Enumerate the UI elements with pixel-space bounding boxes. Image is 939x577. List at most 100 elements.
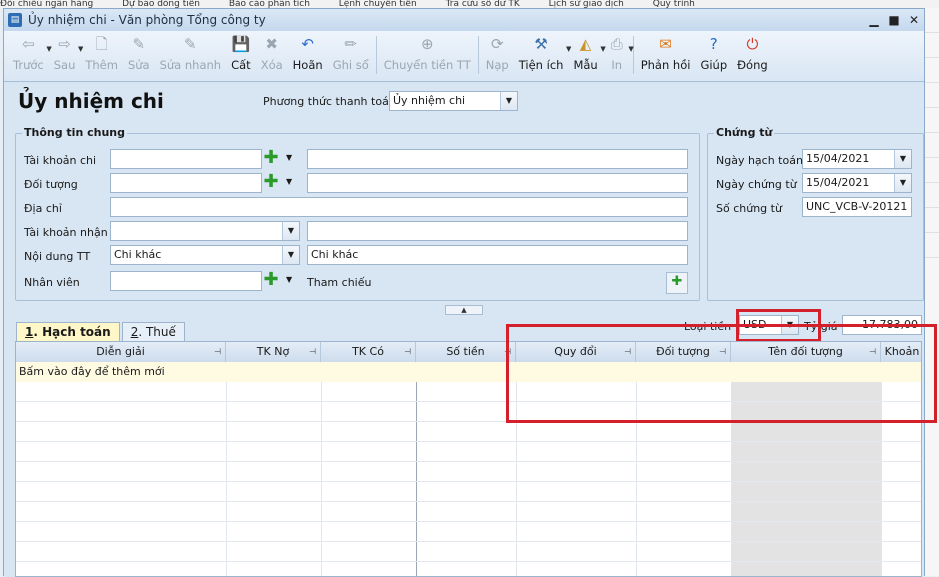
table-row[interactable] <box>16 382 921 402</box>
employee-input[interactable] <box>110 271 262 291</box>
grid-header: Diễn giải ⊣ TK Nợ ⊣ TK Có ⊣ Số tiền ⊣ Quy đổ… <box>16 342 921 363</box>
table-row[interactable] <box>16 502 921 522</box>
column-item[interactable]: Khoản <box>881 342 921 362</box>
template-button[interactable]: ◭ Mẫu ▼ <box>568 31 605 77</box>
table-row[interactable] <box>16 402 921 422</box>
column-credit-account[interactable]: TK Có ⊣ <box>321 342 416 362</box>
pin-icon[interactable]: ⊣ <box>309 342 316 362</box>
maximize-button[interactable]: ■ <box>884 13 904 27</box>
account-receive-name-input[interactable] <box>307 221 688 241</box>
chevron-down-icon[interactable]: ▼ <box>894 174 911 192</box>
account-pay-input[interactable] <box>110 149 262 169</box>
collapse-panel-button[interactable]: ▲ <box>445 305 483 315</box>
table-row[interactable] <box>16 522 921 542</box>
voucher-date-input[interactable]: 15/04/2021 ▼ <box>802 173 912 193</box>
pin-icon[interactable]: ⊣ <box>869 342 876 362</box>
table-row[interactable] <box>16 462 921 482</box>
content-select[interactable]: Chi khác ▼ <box>110 245 300 265</box>
power-icon: ⏻ <box>746 35 759 53</box>
chevron-down-icon[interactable]: ▼ <box>286 275 292 284</box>
currency-select[interactable]: USD ▼ <box>739 315 799 335</box>
bg-menu-item[interactable]: Quy trình <box>653 0 695 8</box>
voucher-no-label: Số chứng từ <box>716 202 782 215</box>
save-button[interactable]: 💾 Cất <box>226 31 256 77</box>
edit-button[interactable]: ✎ Sửa <box>123 31 155 77</box>
add-reference-icon[interactable]: ✚ <box>666 272 688 294</box>
table-row[interactable] <box>16 422 921 442</box>
utilities-button[interactable]: ⚒ Tiện ích ▼ <box>514 31 572 77</box>
pin-icon[interactable]: ⊣ <box>624 342 631 362</box>
pin-icon[interactable]: ⊣ <box>404 342 411 362</box>
undo-button[interactable]: ↶ Hoãn <box>288 31 328 77</box>
add-button[interactable]: 🗋 Thêm <box>80 31 123 77</box>
chevron-down-icon[interactable]: ▼ <box>282 222 299 240</box>
chevron-down-icon[interactable]: ▼ <box>628 45 633 53</box>
column-debit-account[interactable]: TK Nợ ⊣ <box>226 342 321 362</box>
print-button[interactable]: ⎙ In ▼ <box>603 31 634 77</box>
bg-menu-item[interactable]: Báo cáo phân tích <box>229 0 310 8</box>
load-button[interactable]: ⟳ Nạp <box>481 31 514 77</box>
tools-icon: ⚒ <box>534 35 548 53</box>
close-window-button[interactable]: ✕ <box>904 13 924 27</box>
feedback-button[interactable]: ✉ Phản hồi <box>636 31 696 77</box>
payment-method-select[interactable]: Ủy nhiệm chi ▼ <box>389 91 518 111</box>
bg-menu-item[interactable]: Tra cứu số dư TK <box>446 0 520 8</box>
column-amount[interactable]: Số tiền ⊣ <box>416 342 516 362</box>
quick-edit-button[interactable]: ✎ Sửa nhanh <box>155 31 227 77</box>
bg-menu-item[interactable]: Lịch sử giao dịch <box>549 0 624 8</box>
table-row[interactable] <box>16 542 921 562</box>
bg-menu-item[interactable]: Dự báo dòng tiền <box>122 0 200 8</box>
column-object-name[interactable]: Tên đối tượng ⊣ <box>731 342 881 362</box>
column-description[interactable]: Diễn giải ⊣ <box>16 342 226 362</box>
payment-order-window: ▤ Ủy nhiệm chi - Văn phòng Tổng công ty … <box>3 8 925 577</box>
bg-menu-item[interactable]: Đối chiếu ngân hàng <box>0 0 93 8</box>
title-bar[interactable]: ▤ Ủy nhiệm chi - Văn phòng Tổng công ty … <box>4 9 924 31</box>
minimize-button[interactable]: ▁ <box>864 13 884 27</box>
chevron-down-icon[interactable]: ▼ <box>500 92 517 110</box>
chevron-down-icon[interactable]: ▼ <box>781 316 798 334</box>
chevron-down-icon[interactable]: ▼ <box>286 177 292 186</box>
chevron-down-icon[interactable]: ▼ <box>894 150 911 168</box>
object-name-input[interactable] <box>307 173 688 193</box>
account-receive-select[interactable]: ▼ <box>110 221 300 241</box>
toolbar: ⇦ Trước ▼ ⇨ Sau ▼ 🗋 Thêm ✎ Sửa ✎ Sửa nhanh 💾 Cất… <box>4 31 924 82</box>
rate-input[interactable]: 17.783,00 <box>842 315 922 335</box>
column-object[interactable]: Đối tượng ⊣ <box>636 342 731 362</box>
add-plus-icon[interactable]: ✚ <box>262 173 280 192</box>
voucher-date-label: Ngày chứng từ <box>716 178 797 191</box>
envelope-icon: ✉ <box>659 35 672 53</box>
account-pay-name-input[interactable] <box>307 149 688 169</box>
pin-icon[interactable]: ⊣ <box>214 342 221 362</box>
object-input[interactable] <box>110 173 262 193</box>
column-converted[interactable]: Quy đổi ⊣ <box>516 342 636 362</box>
add-plus-icon[interactable]: ✚ <box>262 149 280 168</box>
bg-row <box>925 183 939 208</box>
add-new-row[interactable]: Bấm vào đây để thêm mới <box>16 362 921 382</box>
posting-date-input[interactable]: 15/04/2021 ▼ <box>802 149 912 169</box>
new-document-icon: 🗋 <box>95 35 108 53</box>
address-input[interactable] <box>110 197 688 217</box>
window-title: Ủy nhiệm chi - Văn phòng Tổng công ty <box>28 13 266 27</box>
transfer-button[interactable]: ⊕ Chuyển tiền TT <box>379 31 476 77</box>
page-title: Ủy nhiệm chi <box>18 89 164 113</box>
chevron-down-icon[interactable]: ▼ <box>282 246 299 264</box>
tab-accounting[interactable]: 1. Hạch toán <box>16 322 120 342</box>
close-button[interactable]: ⏻ Đóng <box>732 31 773 77</box>
table-row[interactable] <box>16 482 921 502</box>
delete-button[interactable]: ✖ Xóa <box>256 31 288 77</box>
help-button[interactable]: ? Giúp <box>695 31 732 77</box>
chevron-down-icon[interactable]: ▼ <box>286 153 292 162</box>
bg-row <box>925 58 939 83</box>
post-button[interactable]: ✏ Ghi sổ <box>328 31 374 77</box>
back-button[interactable]: ⇦ Trước ▼ <box>8 31 52 77</box>
tab-tax[interactable]: 2. Thuế <box>121 322 185 342</box>
next-button[interactable]: ⇨ Sau ▼ <box>49 31 84 77</box>
currency-label: Loại tiền <box>684 320 732 333</box>
table-row[interactable] <box>16 442 921 462</box>
bg-menu-item[interactable]: Lệnh chuyển tiền <box>339 0 417 8</box>
pin-icon[interactable]: ⊣ <box>719 342 726 362</box>
add-plus-icon[interactable]: ✚ <box>262 271 280 290</box>
pin-icon[interactable]: ⊣ <box>504 342 511 362</box>
voucher-no-input[interactable]: UNC_VCB-V-20121 <box>802 197 912 217</box>
content-text-input[interactable]: Chi khác <box>307 245 688 265</box>
